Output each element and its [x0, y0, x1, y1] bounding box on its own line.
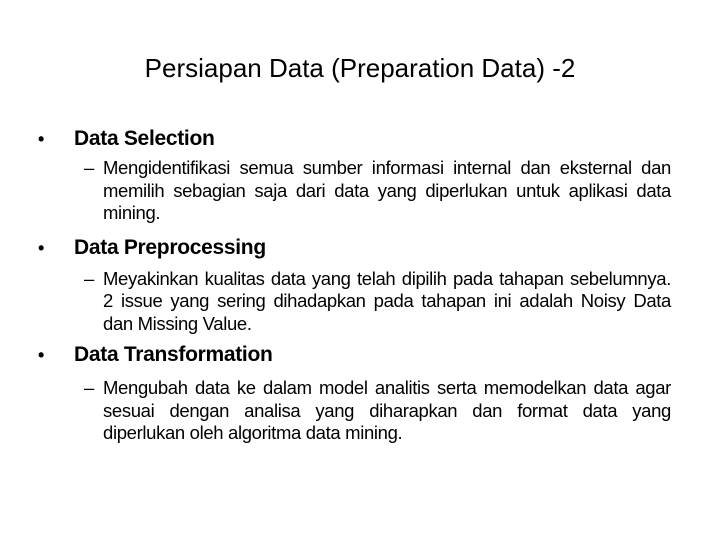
section-heading-data-preprocessing: • Data Preprocessing: [30, 233, 680, 263]
section-description-text: Mengubah data ke dalam model analitis se…: [103, 377, 671, 443]
slide-title: Persiapan Data (Preparation Data) -2: [144, 53, 576, 83]
section-description-text: Meyakinkan kualitas data yang telah dipi…: [103, 267, 671, 334]
slide-content: • Data Selection – Mengidentifikasi semu…: [30, 124, 680, 445]
bullet-icon: •: [38, 237, 45, 258]
dash-icon: –: [84, 377, 94, 398]
dash-icon: –: [84, 267, 94, 289]
dash-icon: –: [84, 157, 94, 178]
section-description-data-transformation: – Mengubah data ke dalam model analitis …: [84, 377, 671, 445]
section-heading-label: Data Selection: [74, 127, 215, 150]
section-description-data-selection: – Mengidentifikasi semua sumber informas…: [84, 157, 671, 225]
section-heading-label: Data Preprocessing: [74, 235, 266, 259]
bullet-icon: •: [38, 345, 45, 365]
section-heading-data-selection: • Data Selection: [30, 124, 680, 154]
section-description-text: Mengidentifikasi semua sumber informasi …: [103, 157, 671, 223]
bullet-icon: •: [38, 129, 45, 149]
section-heading-data-transformation: • Data Transformation: [30, 340, 680, 370]
section-heading-label: Data Transformation: [74, 343, 273, 366]
section-description-data-preprocessing: – Meyakinkan kualitas data yang telah di…: [84, 268, 671, 336]
slide: Persiapan Data (Preparation Data) -2 • D…: [0, 0, 720, 540]
